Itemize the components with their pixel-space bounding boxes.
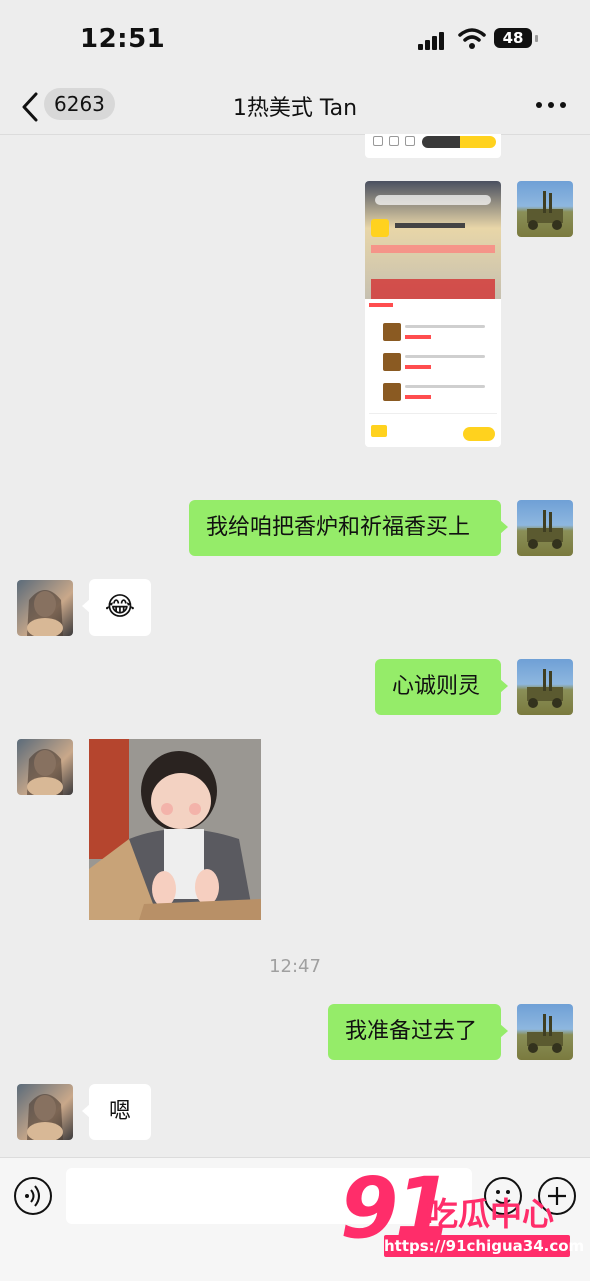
my-avatar[interactable] xyxy=(517,500,573,556)
my-avatar[interactable] xyxy=(517,1004,573,1060)
shopping-screenshot-image[interactable] xyxy=(365,181,501,447)
status-bar: 12:51 48 xyxy=(0,0,590,80)
voice-input-icon[interactable] xyxy=(14,1177,52,1215)
chat-header: 6263 1热美式 Tan xyxy=(0,80,590,135)
battery-icon: 48 xyxy=(494,28,532,48)
my-avatar[interactable] xyxy=(517,659,573,715)
baby-photo-image[interactable] xyxy=(89,739,261,920)
cellular-signal-icon xyxy=(418,30,450,50)
message-bubble-sent[interactable]: 心诚则灵 xyxy=(375,659,508,715)
message-bubble-sent[interactable]: 我给咱把香炉和祈福香买上 xyxy=(189,500,508,556)
message-timestamp: 12:47 xyxy=(269,956,321,977)
watermark-url: https://91chigua34.com xyxy=(384,1235,585,1257)
status-time: 12:51 xyxy=(80,24,166,54)
screenshot-image-top[interactable] xyxy=(365,134,501,158)
screenshot-header xyxy=(365,181,501,299)
watermark-name: 吃瓜中心 xyxy=(426,1195,555,1233)
message-bubble-received[interactable]: 嗯 xyxy=(82,1084,151,1140)
screenshot-cart-sheet xyxy=(365,299,501,447)
laughing-crying-emoji-icon: 😂 xyxy=(104,592,136,622)
my-avatar[interactable] xyxy=(517,181,573,237)
message-bubble-sent[interactable]: 我准备过去了 xyxy=(328,1004,508,1060)
wifi-icon xyxy=(458,28,486,49)
contact-avatar[interactable] xyxy=(17,1084,73,1140)
battery-tip xyxy=(535,35,538,42)
message-bubble-received[interactable]: 😂 xyxy=(82,579,151,636)
contact-avatar[interactable] xyxy=(17,580,73,636)
chat-title: 1热美式 Tan xyxy=(232,96,358,121)
site-watermark: 91 吃瓜中心 https://91chigua34.com xyxy=(340,1159,585,1265)
contact-avatar[interactable] xyxy=(17,739,73,795)
more-options-icon[interactable] xyxy=(536,102,566,110)
